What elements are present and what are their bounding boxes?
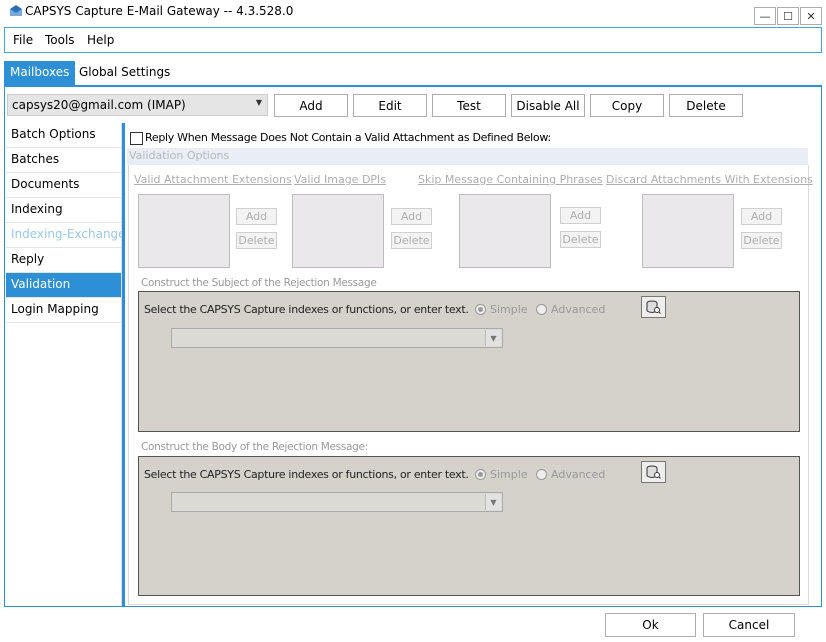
chevron-down-icon: ▼ xyxy=(255,98,262,107)
delete-phrase-button[interactable]: Delete xyxy=(560,231,601,248)
window-title: CAPSYS Capture E-Mail Gateway -- 4.3.528… xyxy=(25,4,294,18)
maximize-button[interactable]: ☐ xyxy=(777,7,799,25)
tab-underline xyxy=(4,85,822,87)
test-mailbox-button[interactable]: Test xyxy=(432,94,506,117)
skip-message-phrases-list[interactable] xyxy=(459,194,551,268)
delete-extension-button[interactable]: Delete xyxy=(236,232,277,249)
valid-image-dpis-label: Valid Image DPIs xyxy=(294,173,387,186)
subject-group-panel: Select the CAPSYS Capture indexes or fun… xyxy=(138,291,800,432)
subject-simple-label: Simple xyxy=(490,303,528,316)
add-extension-button[interactable]: Add xyxy=(236,208,277,225)
subject-advanced-radio[interactable] xyxy=(536,304,547,315)
delete-discard-extension-button[interactable]: Delete xyxy=(741,232,782,249)
sidebar-item-login-mapping[interactable]: Login Mapping xyxy=(6,298,121,323)
body-instruction: Select the CAPSYS Capture indexes or fun… xyxy=(144,468,469,481)
mailbox-select[interactable]: capsys20@gmail.com (IMAP) ▼ xyxy=(7,94,268,116)
reply-checkbox-label: Reply When Message Does Not Contain a Va… xyxy=(145,131,551,144)
sidebar-item-indexing-exchange[interactable]: Indexing-Exchange xyxy=(6,223,126,248)
maximize-icon: ☐ xyxy=(783,9,793,23)
discard-attachments-list[interactable] xyxy=(642,194,734,268)
frame-bottom-border xyxy=(4,606,822,607)
content-accent-border xyxy=(122,123,125,606)
menu-help[interactable]: Help xyxy=(87,33,114,47)
chevron-down-icon: ▼ xyxy=(485,494,501,510)
valid-attachment-extensions-label: Valid Attachment Extensions xyxy=(134,173,292,186)
menu-file[interactable]: File xyxy=(13,33,33,47)
database-icon xyxy=(646,465,661,479)
tab-mailboxes[interactable]: Mailboxes xyxy=(4,61,76,85)
menu-tools[interactable]: Tools xyxy=(45,33,75,47)
subject-simple-radio[interactable] xyxy=(475,304,486,315)
sidebar-item-indexing[interactable]: Indexing xyxy=(6,198,121,223)
subject-field-picker-button[interactable] xyxy=(641,296,666,318)
chevron-down-icon: ▼ xyxy=(485,330,501,346)
cancel-button[interactable]: Cancel xyxy=(703,613,795,637)
sidebar-item-reply[interactable]: Reply xyxy=(6,248,121,273)
menu-bar: File Tools Help xyxy=(4,27,822,53)
sidebar-item-batch-options[interactable]: Batch Options xyxy=(6,123,121,148)
copy-mailbox-button[interactable]: Copy xyxy=(590,94,664,117)
body-field-picker-button[interactable] xyxy=(641,461,666,483)
sidebar-item-validation[interactable]: Validation xyxy=(6,273,121,298)
body-group-panel: Select the CAPSYS Capture indexes or fun… xyxy=(138,456,800,596)
valid-attachment-extensions-list[interactable] xyxy=(138,194,230,268)
reply-checkbox[interactable] xyxy=(130,132,143,145)
add-dpi-button[interactable]: Add xyxy=(391,208,432,225)
add-discard-extension-button[interactable]: Add xyxy=(741,208,782,225)
ok-button[interactable]: Ok xyxy=(605,613,696,637)
validation-options-header: Validation Options xyxy=(127,148,808,165)
body-group-label: Construct the Body of the Rejection Mess… xyxy=(141,441,368,453)
delete-dpi-button[interactable]: Delete xyxy=(391,232,432,249)
frame-right-border xyxy=(821,87,822,607)
body-field-dropdown[interactable]: ▼ xyxy=(171,492,503,512)
valid-image-dpis-list[interactable] xyxy=(292,194,384,268)
close-icon: ✕ xyxy=(806,9,816,23)
skip-message-phrases-label: Skip Message Containing Phrases xyxy=(418,173,603,186)
discard-attachments-label: Discard Attachments With Extensions xyxy=(606,173,813,186)
subject-instruction: Select the CAPSYS Capture indexes or fun… xyxy=(144,303,469,316)
database-icon xyxy=(646,300,661,314)
close-button[interactable]: ✕ xyxy=(800,7,822,25)
body-advanced-radio[interactable] xyxy=(536,469,547,480)
body-simple-radio[interactable] xyxy=(475,469,486,480)
minimize-icon: — xyxy=(759,9,771,23)
envelope-icon xyxy=(10,5,22,16)
sidebar-item-batches[interactable]: Batches xyxy=(6,148,121,173)
subject-group-label: Construct the Subject of the Rejection M… xyxy=(141,277,377,289)
subject-field-dropdown[interactable]: ▼ xyxy=(171,328,503,348)
subject-advanced-label: Advanced xyxy=(551,303,606,316)
edit-mailbox-button[interactable]: Edit xyxy=(353,94,427,117)
mailbox-select-value: capsys20@gmail.com (IMAP) xyxy=(12,98,186,112)
minimize-button[interactable]: — xyxy=(754,7,776,25)
body-advanced-label: Advanced xyxy=(551,468,606,481)
frame-left-border xyxy=(4,87,5,607)
add-phrase-button[interactable]: Add xyxy=(560,207,601,224)
sidebar-item-documents[interactable]: Documents xyxy=(6,173,121,198)
disable-all-button[interactable]: Disable All xyxy=(511,94,585,117)
add-mailbox-button[interactable]: Add xyxy=(274,94,348,117)
body-simple-label: Simple xyxy=(490,468,528,481)
title-bar: CAPSYS Capture E-Mail Gateway -- 4.3.528… xyxy=(0,0,826,26)
tab-global-settings[interactable]: Global Settings xyxy=(73,61,176,85)
delete-mailbox-button[interactable]: Delete xyxy=(669,94,743,117)
